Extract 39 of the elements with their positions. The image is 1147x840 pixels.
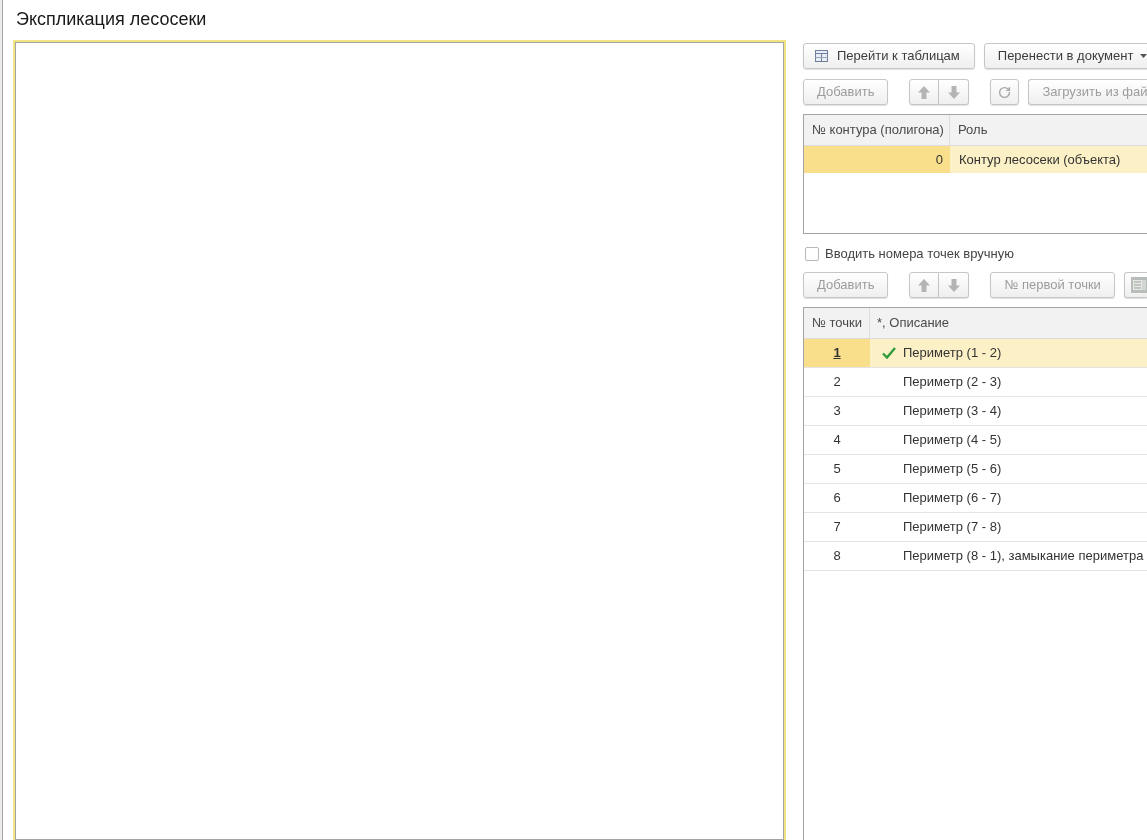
checkbox[interactable] [805,247,819,261]
table-cell-text: 6 [832,489,842,508]
refresh-icon [998,85,1012,99]
arrow-up-icon [918,278,931,292]
table-cell-text: Периметр (8 - 1), замыкание периметра [903,547,1144,566]
window-title: Экспликация лесосеки [16,9,207,29]
table-icon [815,50,828,62]
caret-icon [1140,54,1147,58]
table-cell-text: 4 [832,431,842,450]
table-cell-text: 8 [832,547,842,566]
table-cell-text: Периметр (5 - 6) [903,460,1002,479]
table-cell-text: Периметр (3 - 4) [903,402,1002,421]
table-cell-text: 3 [832,402,842,421]
table-cell-text: 2 [832,373,842,392]
table-row[interactable]: 0 Контур лесосеки (объекта) [804,146,1147,173]
arrow-down-icon [947,278,960,292]
arrow-down-icon [947,85,960,99]
table-row[interactable]: 1 Периметр (1 - 2) [804,339,1147,368]
table-cell: 1 [804,339,870,367]
table-cell: 0 [804,146,950,173]
column-header[interactable]: № контура (полигона) [804,115,950,145]
toolbar-button[interactable]: Перейти к таблицам [803,43,975,69]
column-header[interactable]: № точки [804,308,870,338]
dropdown-button[interactable]: Перенести в документ [983,43,1147,69]
table-cell-text: Периметр (4 - 5) [903,431,1002,450]
column-header[interactable]: *, Описание [870,308,1147,338]
table-cell-text: Периметр (7 - 8) [903,518,1002,537]
arrow-up-icon [918,85,931,99]
table-cell-text: 7 [832,518,842,537]
table-cell-text: Периметр (2 - 3) [903,373,1002,392]
table-cell-text: Периметр (6 - 7) [903,489,1002,508]
table-cell-text: Контур лесосеки (объекта) [958,150,1122,169]
checkbox-label[interactable]: Вводить номера точек вручную [825,244,1014,264]
move-down-button[interactable] [939,79,970,105]
table-cell-text: 5 [832,460,842,479]
spreadsheet-icon [1130,277,1147,293]
column-header[interactable]: Роль [950,115,1147,145]
move-down-button[interactable] [939,272,970,298]
table-cell-text: Периметр (1 - 2) [903,344,1002,363]
